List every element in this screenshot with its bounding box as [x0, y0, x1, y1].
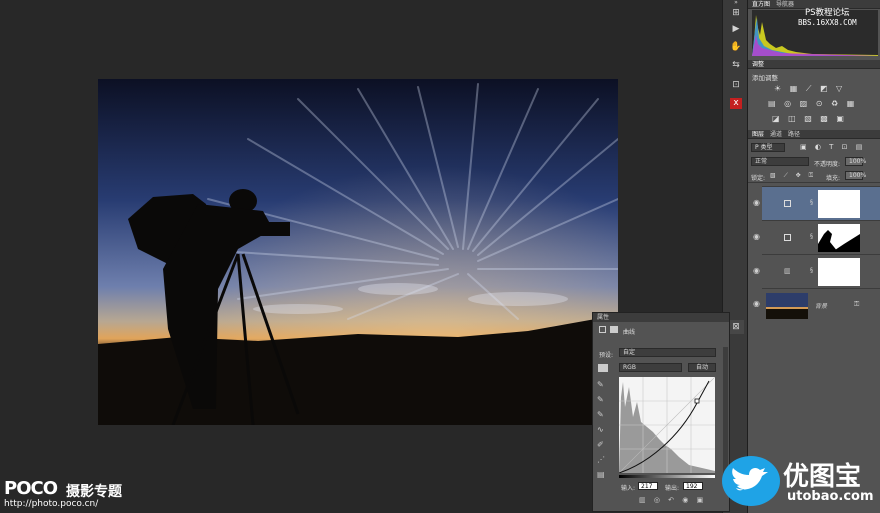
tab-navigator[interactable]: 导航器 [776, 1, 794, 8]
layer-mask-thumbnail [818, 190, 860, 218]
curves-type-icon [599, 326, 606, 333]
output-field[interactable]: 192 [683, 482, 703, 490]
hand-tool-icon[interactable]: ✋ [728, 40, 744, 54]
fill-input[interactable]: 100% [845, 171, 866, 180]
utobao-title: 优图宝 [783, 462, 862, 492]
fill-label: 填充: [826, 175, 841, 182]
input-field[interactable]: 217 [638, 482, 658, 490]
poco-title: 摄影专题 [66, 484, 122, 500]
tab-paths[interactable]: 路径 [788, 131, 800, 138]
adjustment-icons-row-2[interactable]: ▤ ◎ ▨ ⊙ ♻ ▦ [768, 99, 857, 109]
chain-link-icon: § [810, 233, 813, 240]
input-label: 输入: [621, 485, 636, 492]
visibility-eye-icon[interactable]: ◉ [753, 232, 760, 241]
layer-row-background[interactable]: 背景 ⚿ [762, 288, 880, 322]
layers-list: § § ▥ § 背景 ⚿ [748, 186, 880, 322]
layer-name: 背景 [815, 303, 828, 310]
photo-image[interactable] [98, 79, 618, 425]
levels-adjustment-icon: ▥ [784, 267, 791, 275]
curves-adjustment-icon [784, 234, 791, 241]
output-label: 输出: [665, 485, 680, 492]
opacity-label: 不透明度: [814, 161, 841, 168]
lock-icons[interactable]: ▧ ⟋ ✥ ⚿ [770, 172, 816, 182]
auto-button[interactable]: 自动 [688, 363, 716, 372]
ps-watermark-url: BBS.16XX8.COM [798, 18, 857, 27]
photo-sky-scene [98, 79, 618, 425]
layer-row-levels[interactable]: ▥ § [762, 254, 880, 288]
actions-play-icon[interactable]: ▶ [728, 22, 744, 36]
visibility-eye-icon[interactable]: ◉ [753, 198, 760, 207]
twitter-bird-icon [722, 456, 780, 506]
adjustment-sliders-icon[interactable]: ⇆ [728, 58, 744, 72]
layer-filter-select[interactable]: P 类型 [751, 143, 785, 152]
opacity-input[interactable]: 100% [845, 157, 866, 166]
chain-link-icon: § [810, 199, 813, 206]
properties-panel: 属性 曲线 预设: 自定 RGB 自动 ✎ ✎ ✎ ∿ ✐ ⋰ ▤ 输入: 217 输出: … [592, 312, 730, 512]
properties-titlebar[interactable]: 属性 [593, 313, 729, 322]
tab-histogram[interactable]: 直方图 [752, 1, 770, 8]
background-thumbnail [766, 293, 808, 319]
histogram-panel-icon[interactable]: ⊞ [728, 6, 744, 20]
add-adjustment-label: 添加调整 [752, 74, 778, 82]
properties-panel-icon[interactable]: ⊠ [728, 320, 744, 334]
curve-tools-column[interactable]: ✎ ✎ ✎ ∿ ✐ ⋰ ▤ [597, 377, 609, 482]
channel-select[interactable]: RGB [619, 363, 682, 372]
input-gradient-bar [619, 475, 715, 478]
layer-row-curves[interactable]: § [762, 186, 880, 220]
tab-layers[interactable]: 图层 [752, 131, 764, 138]
tab-adjustments[interactable]: 调整 [752, 61, 764, 68]
lock-icon: ⚿ [854, 300, 860, 308]
chain-link-icon: § [810, 267, 813, 274]
ps-watermark-title: PS教程论坛 [805, 8, 850, 18]
panel-footer-icons[interactable]: ▥ ◎ ↶ ◉ ▣ [639, 496, 706, 504]
adjustment-icons-row-1[interactable]: ☀ ▦ ⟋ ◩ ▽ [774, 84, 845, 94]
mask-type-icon[interactable] [610, 326, 618, 333]
close-red-icon[interactable]: x [730, 98, 742, 109]
layer-mask-thumbnail [818, 258, 860, 286]
layer-mask-thumbnail [818, 224, 860, 252]
utobao-url: utobao.com [787, 489, 874, 504]
tab-channels[interactable]: 通道 [770, 131, 782, 138]
curves-graph[interactable] [619, 377, 715, 473]
lock-label: 锁定: [751, 175, 766, 182]
target-adjust-icon[interactable] [598, 364, 608, 372]
visibility-eye-icon[interactable]: ◉ [753, 299, 760, 308]
layers-tabbar: 图层 通道 路径 [748, 130, 880, 139]
adjustments-tabbar: 调整 [748, 60, 880, 69]
curves-adjustment-icon [784, 200, 791, 207]
visibility-eye-icon[interactable]: ◉ [753, 266, 760, 275]
preset-label: 预设: [599, 352, 614, 359]
panel-name: 曲线 [623, 329, 636, 336]
adjustment-icons-row-3[interactable]: ◪ ◫ ▧ ▩ ▣ [772, 114, 847, 124]
layer-row-curves-masked[interactable]: § [762, 220, 880, 254]
blend-mode-select[interactable]: 正常 [751, 157, 809, 166]
poco-url: http://photo.poco.cn/ [4, 499, 99, 509]
poco-brand: POCO [4, 478, 58, 499]
preset-select[interactable]: 自定 [619, 348, 716, 357]
layer-comps-icon[interactable]: ⊡ [728, 78, 744, 92]
layer-filter-icons[interactable]: ▣ ◐ T ⊡ ▤ [800, 143, 865, 153]
